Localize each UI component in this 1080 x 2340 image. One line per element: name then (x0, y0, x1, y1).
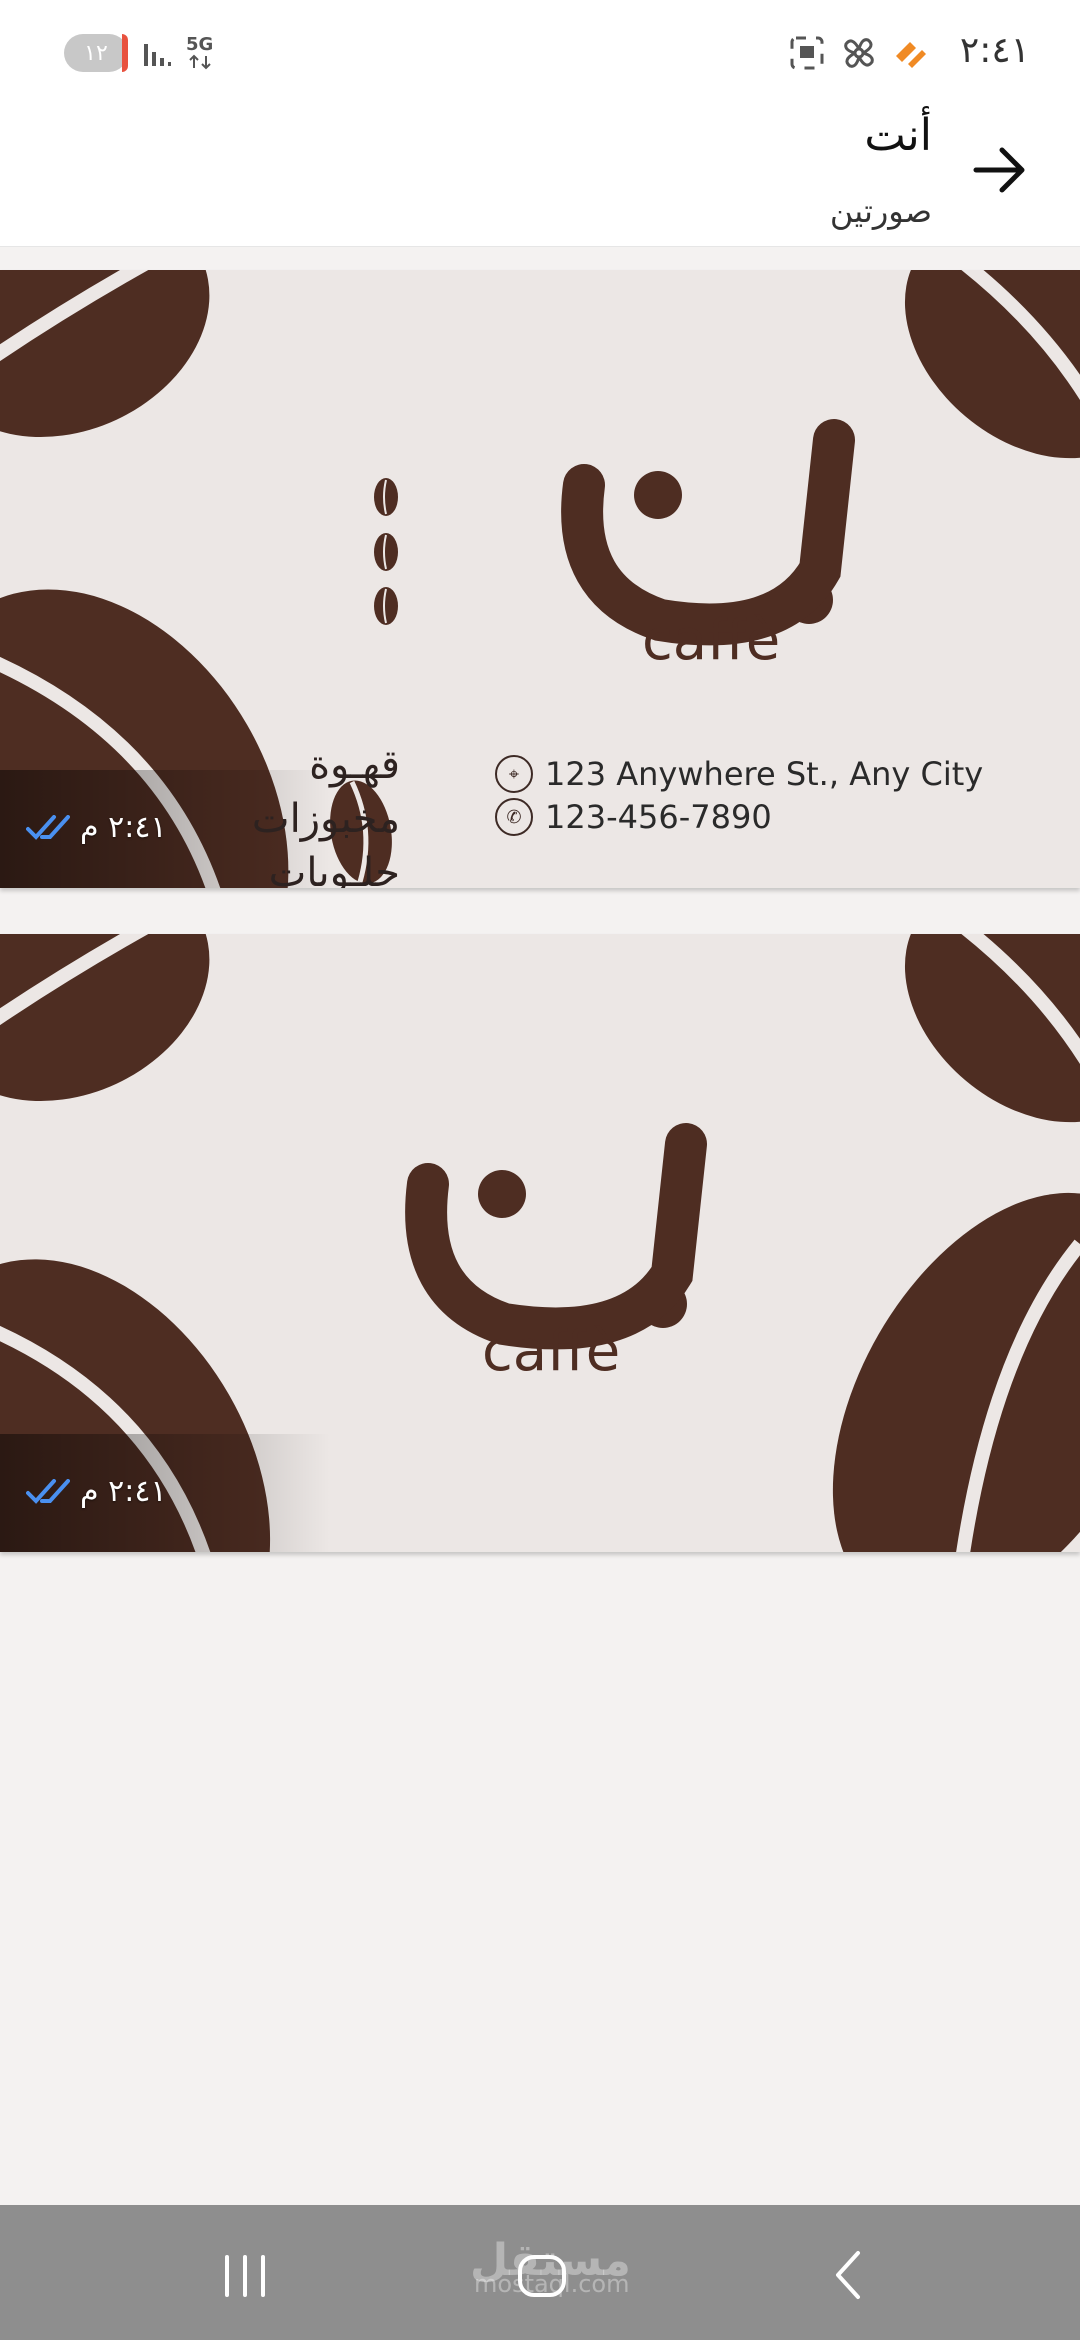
signal-icon (144, 44, 171, 66)
watermark-sub: mostaql.com (474, 2270, 630, 2298)
network-indicator: 5G (186, 36, 213, 70)
battery-indicator: ١٢ (64, 34, 128, 72)
chevron-left-icon[interactable] (820, 2245, 880, 2305)
message-timestamp: ٢:٤١ م (26, 810, 167, 845)
coffee-beans-decoration (0, 934, 1080, 1552)
phone-row: ✆ 123-456-7890 (495, 798, 772, 836)
recents-icon[interactable] (215, 2245, 275, 2305)
arrow-right-icon[interactable] (970, 140, 1030, 200)
message-timestamp: ٢:٤١ م (26, 1474, 167, 1509)
menu-item-bakery: مخبوزات (251, 796, 400, 842)
status-time: ٢:٤١ (959, 30, 1030, 71)
coffee-beans-decoration (0, 270, 1080, 888)
phone-text: 123-456-7890 (545, 798, 772, 836)
menu-item-coffee: قهـوة (309, 742, 400, 788)
timestamp-text: ٢:٤١ م (80, 1474, 167, 1509)
status-icons-right (788, 34, 930, 72)
pinwheel-icon (844, 38, 874, 68)
image-message-2[interactable]: caffè ٢:٤١ م (0, 934, 1080, 1552)
brand-latin: caffè (642, 608, 781, 673)
data-arrows-icon (188, 54, 211, 70)
menu-list: قهـوة مخبوزات حلـويات (190, 738, 400, 888)
screenshot-icon (790, 36, 824, 70)
phone-icon: ✆ (495, 798, 533, 836)
address-row: ⌖ 123 Anywhere St., Any City (495, 755, 983, 793)
timestamp-text: ٢:٤١ م (80, 810, 167, 845)
menu-item-sweets: حلـويات (268, 850, 400, 888)
address-text: 123 Anywhere St., Any City (545, 755, 984, 793)
chat-header: أنت صورتين (0, 100, 1080, 247)
brand-latin: caffè (482, 1319, 621, 1384)
double-check-icon (26, 814, 70, 840)
double-check-icon (26, 1478, 70, 1504)
image-message-1[interactable]: قهـوة مخبوزات حلـويات caffè ⌖ 123 Anywhe… (0, 270, 1080, 888)
status-icons-left: ١٢ 5G (64, 34, 213, 72)
header-title: أنت (864, 110, 932, 161)
header-subtitle: صورتين (829, 192, 932, 230)
app-notification-icon (896, 42, 926, 68)
status-bar: ٢:٤١ ١٢ 5G (0, 0, 1080, 100)
location-pin-icon: ⌖ (495, 755, 533, 793)
